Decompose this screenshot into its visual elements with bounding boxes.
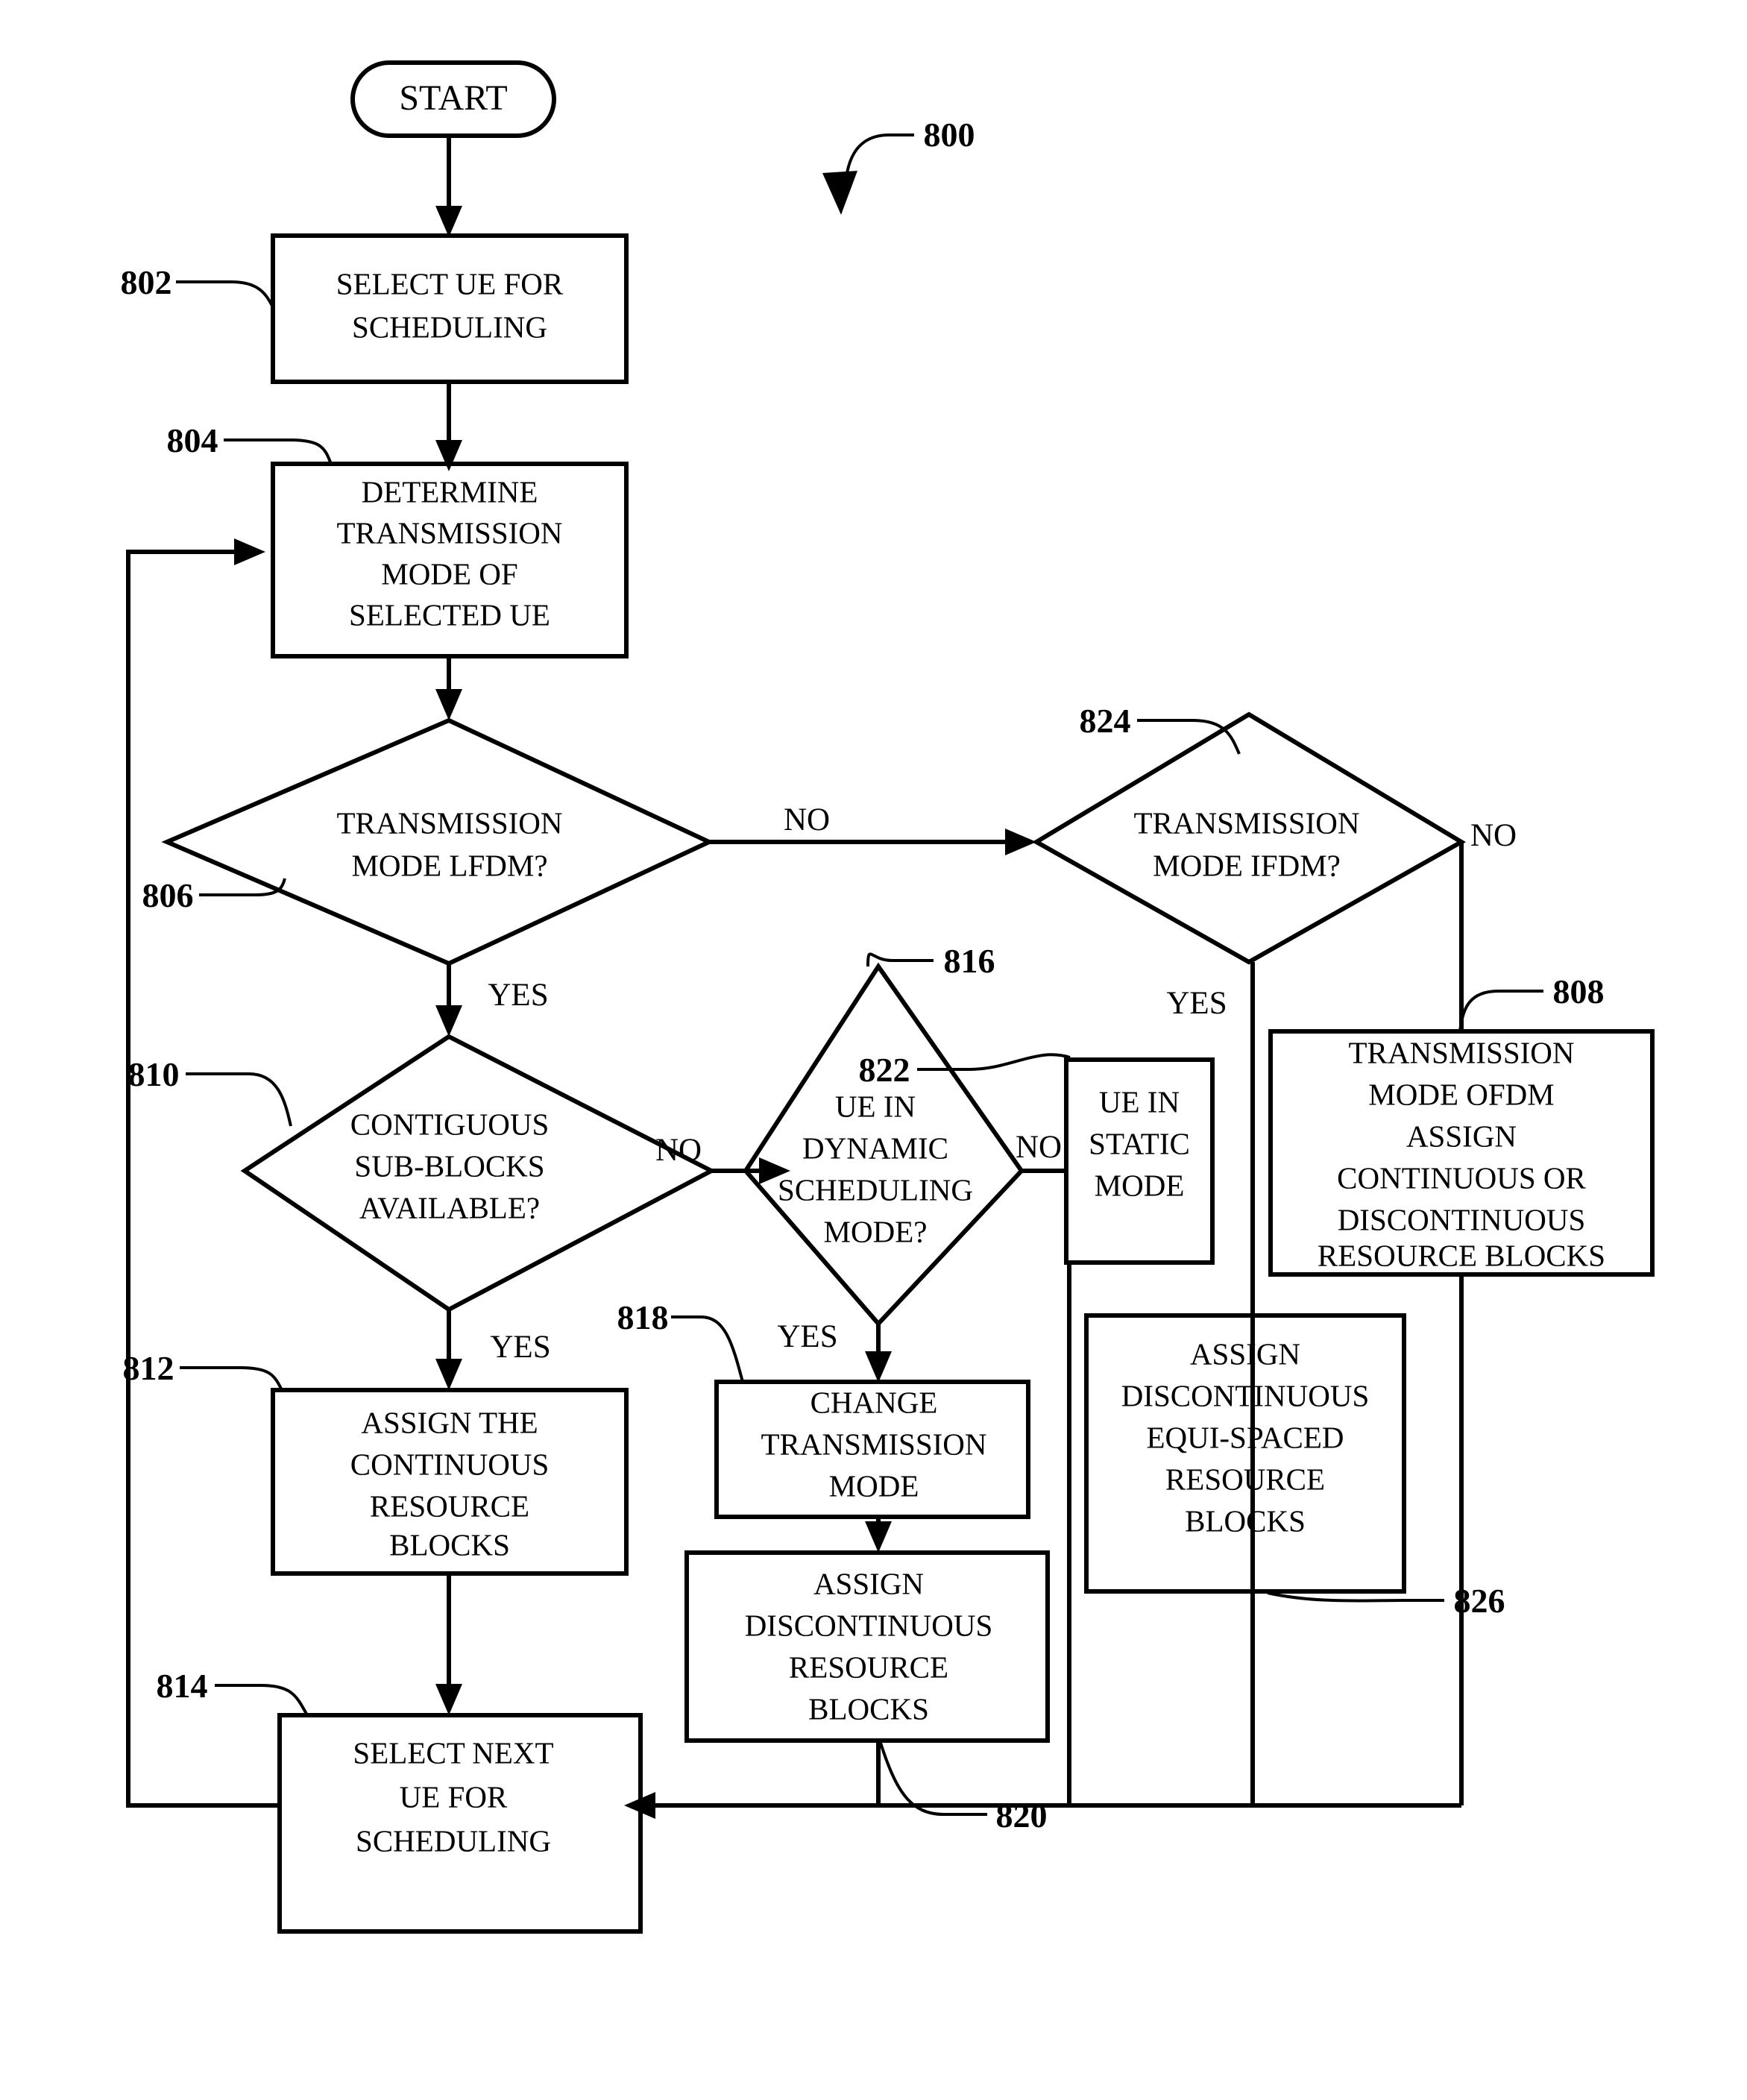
branch-label-ifdm-yes: YES <box>1166 986 1227 1021</box>
flowchart-canvas: START SELECT UE FOR SCHEDULING DETERMINE… <box>121 60 1655 1934</box>
ref-number-822: 822 <box>859 1051 910 1089</box>
leader-800 <box>840 133 914 204</box>
branch-label-contiguous-yes: YES <box>490 1330 550 1365</box>
node-812-line-4: BLOCKS <box>389 1527 510 1562</box>
leader-810 <box>186 1072 292 1127</box>
branch-label-ifdm-no: NO <box>1470 818 1517 853</box>
node-824-line-1: TRANSMISSION <box>1134 805 1360 840</box>
branch-label-contiguous-no: NO <box>655 1133 702 1168</box>
ref-number-802: 802 <box>121 263 172 301</box>
arrowhead-figure-800 <box>822 171 857 215</box>
node-804-line-2: TRANSMISSION <box>337 515 563 550</box>
arrowhead-start-to-802 <box>435 206 462 237</box>
node-808-line-1: TRANSMISSION <box>1349 1035 1575 1069</box>
node-818-line-3: MODE <box>829 1468 919 1503</box>
leader-814 <box>215 1684 309 1716</box>
arrowhead-818-to-820 <box>865 1521 892 1553</box>
node-826-line-3: EQUI-SPACED <box>1146 1420 1344 1454</box>
node-808-line-5: DISCONTINUOUS <box>1338 1202 1586 1236</box>
node-808-line-4: CONTINUOUS OR <box>1337 1160 1586 1195</box>
ref-number-824: 824 <box>1080 702 1131 740</box>
ref-number-814: 814 <box>157 1667 208 1705</box>
leader-818 <box>671 1315 744 1383</box>
decision-diamond-806 <box>161 717 715 966</box>
node-814-line-1: SELECT NEXT <box>353 1735 553 1770</box>
node-822-line-2: STATIC <box>1089 1126 1190 1160</box>
ref-number-808: 808 <box>1553 972 1605 1010</box>
node-810-line-1: CONTIGUOUS <box>350 1107 550 1141</box>
arrowhead-802-to-804 <box>435 440 462 471</box>
node-802-line-2: SCHEDULING <box>352 309 547 344</box>
node-816-line-4: MODE? <box>824 1214 928 1248</box>
arrowhead-feedback-to-804 <box>234 538 265 565</box>
ref-number-812: 812 <box>123 1349 174 1387</box>
ref-number-810: 810 <box>128 1055 180 1093</box>
arrowhead-812-to-814 <box>435 1684 462 1715</box>
patent-flowchart-figure: START SELECT UE FOR SCHEDULING DETERMINE… <box>0 0 1747 2100</box>
node-808-line-3: ASSIGN <box>1406 1119 1517 1153</box>
node-802-line-1: SELECT UE FOR <box>336 266 564 301</box>
node-812-line-1: ASSIGN THE <box>361 1405 538 1439</box>
node-808-line-6: RESOURCE BLOCKS <box>1318 1238 1605 1272</box>
arrowhead-816yes-to-818 <box>865 1351 892 1383</box>
node-818-line-1: CHANGE <box>810 1385 938 1419</box>
branch-label-dynamic-no: NO <box>1016 1130 1062 1165</box>
ref-number-800: 800 <box>924 116 975 154</box>
arrowhead-806yes-to-810 <box>435 1005 462 1037</box>
ref-number-820: 820 <box>996 1796 1048 1835</box>
ref-number-818: 818 <box>617 1298 669 1336</box>
node-812-line-2: CONTINUOUS <box>350 1447 550 1481</box>
leader-808 <box>1458 990 1543 1032</box>
node-804-line-3: MODE OF <box>381 556 517 591</box>
node-826-line-2: DISCONTINUOUS <box>1121 1378 1370 1412</box>
node-804-line-1: DETERMINE <box>362 474 538 509</box>
node-814-line-3: SCHEDULING <box>356 1823 551 1858</box>
node-820-line-4: BLOCKS <box>808 1691 929 1726</box>
node-814-line-2: UE FOR <box>400 1779 508 1814</box>
leader-804 <box>224 438 333 465</box>
branch-label-lfdm-no: NO <box>784 802 830 837</box>
node-804-line-4: SELECTED UE <box>349 597 550 632</box>
node-806-line-2: MODE LFDM? <box>351 848 547 882</box>
arrowhead-810yes-to-812 <box>435 1359 462 1390</box>
branch-label-lfdm-yes: YES <box>488 978 548 1013</box>
node-826-line-4: RESOURCE <box>1165 1462 1325 1496</box>
node-826-line-5: BLOCKS <box>1185 1503 1306 1538</box>
node-816-line-3: SCHEDULING <box>778 1172 973 1207</box>
node-812-line-3: RESOURCE <box>370 1488 529 1523</box>
arrowhead-804-to-806 <box>435 689 462 720</box>
leader-826 <box>1267 1591 1444 1603</box>
node-808-line-2: MODE OFDM <box>1368 1077 1554 1111</box>
node-824-line-2: MODE IFDM? <box>1153 848 1341 882</box>
node-810-line-3: AVAILABLE? <box>359 1190 540 1225</box>
ref-number-826: 826 <box>1454 1582 1505 1620</box>
leader-812 <box>180 1366 283 1391</box>
node-820-line-3: RESOURCE <box>789 1650 948 1684</box>
node-818-line-2: TRANSMISSION <box>761 1427 987 1461</box>
start-label: START <box>399 78 507 118</box>
node-806-line-1: TRANSMISSION <box>337 805 563 840</box>
node-820-line-1: ASSIGN <box>813 1566 924 1600</box>
arrowhead-806no-to-824 <box>1005 829 1036 855</box>
leader-802 <box>176 280 274 308</box>
node-810-line-2: SUB-BLOCKS <box>354 1148 544 1183</box>
node-816-line-1: UE IN <box>835 1089 916 1123</box>
node-816-line-2: DYNAMIC <box>802 1131 948 1165</box>
node-822-line-3: MODE <box>1095 1168 1185 1202</box>
node-822-line-1: UE IN <box>1099 1084 1180 1119</box>
ref-number-806: 806 <box>142 876 194 914</box>
process-box-802 <box>271 233 629 384</box>
node-826-line-1: ASSIGN <box>1190 1336 1300 1371</box>
ref-number-816: 816 <box>944 942 995 980</box>
node-820-line-2: DISCONTINUOUS <box>745 1608 993 1642</box>
branch-label-dynamic-yes: YES <box>777 1319 837 1354</box>
ref-number-804: 804 <box>167 421 218 459</box>
